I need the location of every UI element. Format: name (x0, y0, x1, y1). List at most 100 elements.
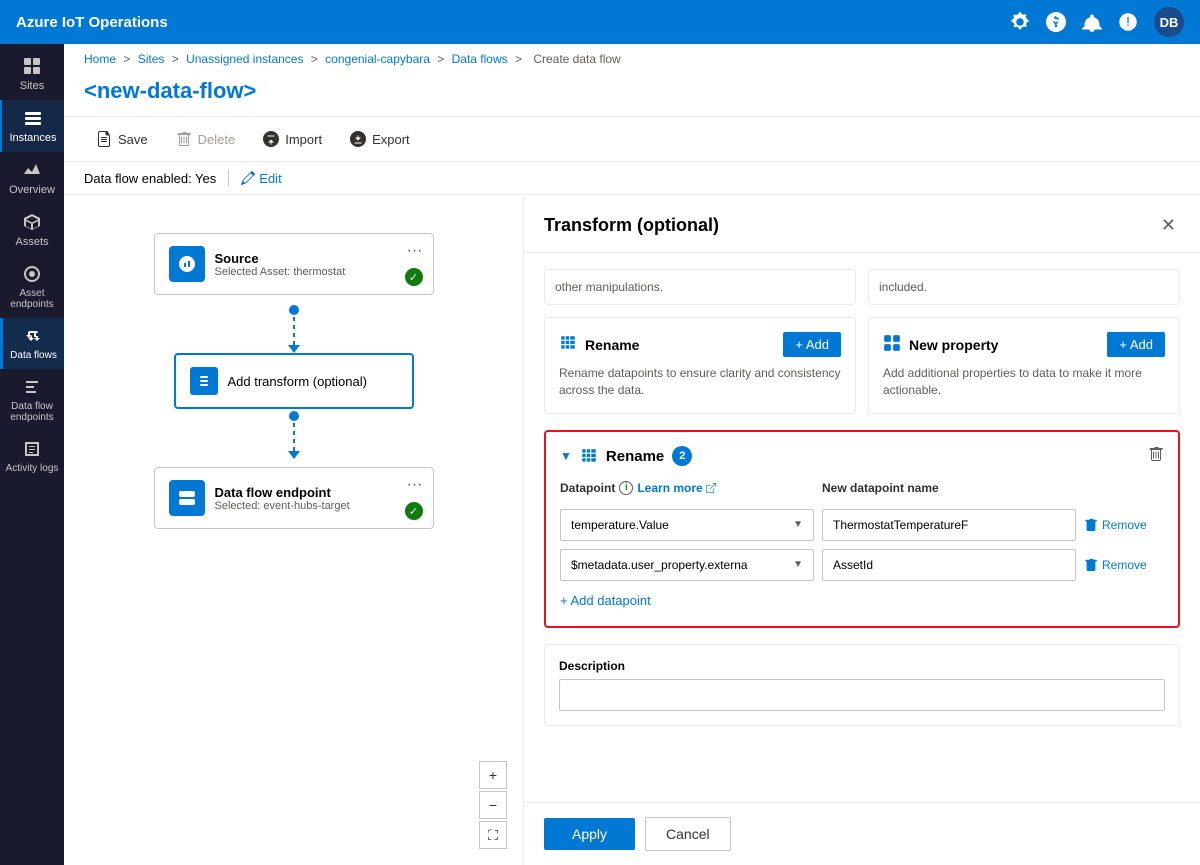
sidebar-item-asset-endpoints[interactable]: Asset endpoints (0, 256, 64, 318)
sidebar-item-instances[interactable]: Instances (0, 100, 64, 152)
close-button[interactable]: ✕ (1157, 211, 1180, 240)
zoom-out-button[interactable]: − (479, 791, 507, 819)
reset-view-button[interactable]: ⛶ (479, 821, 507, 849)
remove-icon-2 (1084, 558, 1098, 572)
overview-icon (22, 160, 42, 180)
toolbar: Save Delete Import Export (64, 116, 1200, 162)
new-property-card-title: New property (909, 337, 998, 353)
save-button[interactable]: Save (84, 125, 160, 153)
external-link-icon (706, 483, 716, 493)
partial-card-right: included. (868, 269, 1180, 305)
source-node-more[interactable]: ··· (407, 242, 423, 260)
description-input[interactable] (559, 679, 1165, 711)
top-bar-icons: DB (1010, 7, 1184, 37)
grid-icon (22, 56, 42, 76)
help-icon[interactable] (1046, 12, 1066, 32)
partial-cards-row: other manipulations. included. (544, 269, 1180, 305)
instances-icon (23, 108, 43, 128)
activity-logs-icon (22, 439, 42, 459)
breadcrumb-unassigned[interactable]: Unassigned instances (186, 52, 303, 66)
rename-add-button[interactable]: + Add (783, 332, 841, 357)
page-title: <new-data-flow> (84, 78, 1180, 104)
remove-icon-1 (1084, 518, 1098, 532)
datapoint-select-2[interactable]: $metadata.user_property.externa ▼ (560, 549, 814, 581)
export-button[interactable]: Export (338, 125, 422, 153)
description-label: Description (559, 659, 1165, 673)
datapoint-col-label: Datapoint (560, 481, 615, 495)
delete-button[interactable]: Delete (164, 125, 248, 153)
sidebar: Sites Instances Overview Assets (0, 44, 64, 865)
sidebar-item-activity-logs[interactable]: Activity logs (0, 431, 64, 482)
export-icon (350, 131, 366, 147)
sidebar-item-dataflows[interactable]: Data flows (0, 318, 64, 369)
rename-card-title: Rename (585, 337, 639, 353)
save-icon (96, 131, 112, 147)
breadcrumb-sites[interactable]: Sites (138, 52, 165, 66)
add-datapoint-button[interactable]: + Add datapoint (560, 589, 651, 612)
zoom-in-button[interactable]: + (479, 761, 507, 789)
import-icon (263, 131, 279, 147)
edit-link[interactable]: Edit (241, 171, 281, 186)
notification-icon[interactable] (1082, 12, 1102, 32)
remove-row-2-button[interactable]: Remove (1084, 558, 1164, 572)
dataflow-endpoints-icon (22, 377, 42, 397)
breadcrumb-home[interactable]: Home (84, 52, 116, 66)
endpoint-node-title: Data flow endpoint (215, 485, 419, 500)
new-property-card-icon (883, 334, 901, 355)
partial-card-right-text: included. (879, 280, 1169, 294)
rename-collapse-icon[interactable]: ▼ (560, 449, 572, 463)
endpoint-node-icon (169, 480, 205, 516)
rename-section-delete-button[interactable] (1148, 446, 1164, 467)
endpoint-node[interactable]: Data flow endpoint Selected: event-hubs-… (154, 467, 434, 529)
settings-icon[interactable] (1010, 12, 1030, 32)
canvas-panel: Source Selected Asset: thermostat ··· ✓ (64, 195, 524, 865)
data-flow-enabled: Data flow enabled: Yes (84, 171, 216, 186)
chevron-down-icon: ▼ (793, 519, 803, 530)
remove-row-1-button[interactable]: Remove (1084, 518, 1164, 532)
partial-card-left: other manipulations. (544, 269, 856, 305)
edit-icon (241, 171, 255, 185)
sidebar-item-assets[interactable]: Assets (0, 204, 64, 256)
new-name-col-label: New datapoint name (822, 481, 939, 495)
chevron-down-icon-2: ▼ (793, 559, 803, 570)
datapoint-info-icon[interactable]: i (619, 481, 633, 495)
new-name-input-2[interactable] (822, 549, 1076, 581)
breadcrumb-dataflows[interactable]: Data flows (452, 52, 508, 66)
transform-panel-header: Transform (optional) ✕ (524, 195, 1200, 253)
app-title: Azure IoT Operations (16, 14, 168, 31)
trash-icon (1148, 446, 1164, 462)
learn-more-link[interactable]: Learn more (637, 481, 715, 495)
endpoint-node-sub: Selected: event-hubs-target (215, 500, 419, 512)
description-section: Description (544, 644, 1180, 726)
cancel-button[interactable]: Cancel (645, 817, 731, 851)
rename-card-desc: Rename datapoints to ensure clarity and … (559, 365, 841, 399)
breadcrumb-current: Create data flow (533, 52, 620, 66)
new-name-input-1[interactable] (822, 509, 1076, 541)
transform-panel-body: other manipulations. included. (524, 253, 1200, 802)
top-bar: Azure IoT Operations DB (0, 0, 1200, 44)
transform-panel-title: Transform (optional) (544, 215, 719, 236)
transform-node[interactable]: Add transform (optional) (174, 353, 414, 409)
datapoint-select-1[interactable]: temperature.Value ▼ (560, 509, 814, 541)
breadcrumb-instance[interactable]: congenial-capybara (325, 52, 430, 66)
alerts-icon[interactable] (1118, 12, 1138, 32)
source-node[interactable]: Source Selected Asset: thermostat ··· ✓ (154, 233, 434, 295)
source-node-check: ✓ (405, 268, 423, 286)
new-property-card-desc: Add additional properties to data to mak… (883, 365, 1165, 399)
sidebar-item-overview[interactable]: Overview (0, 152, 64, 204)
endpoint-node-more[interactable]: ··· (407, 476, 423, 494)
apply-button[interactable]: Apply (544, 818, 635, 850)
datapoint-row-2: $metadata.user_property.externa ▼ Remove (560, 549, 1164, 581)
user-avatar[interactable]: DB (1154, 7, 1184, 37)
status-bar: Data flow enabled: Yes Edit (64, 162, 1200, 195)
new-property-add-button[interactable]: + Add (1107, 332, 1165, 357)
rename-section-title: Rename (606, 448, 664, 465)
delete-icon (176, 131, 192, 147)
dataflow-area: Source Selected Asset: thermostat ··· ✓ (64, 195, 1200, 865)
sidebar-item-sites[interactable]: Sites (0, 48, 64, 100)
partial-card-left-text: other manipulations. (555, 280, 845, 294)
sidebar-item-dataflow-endpoints[interactable]: Data flow endpoints (0, 369, 64, 431)
transform-node-label: Add transform (optional) (228, 374, 367, 389)
connector-1 (288, 303, 300, 353)
import-button[interactable]: Import (251, 125, 334, 153)
